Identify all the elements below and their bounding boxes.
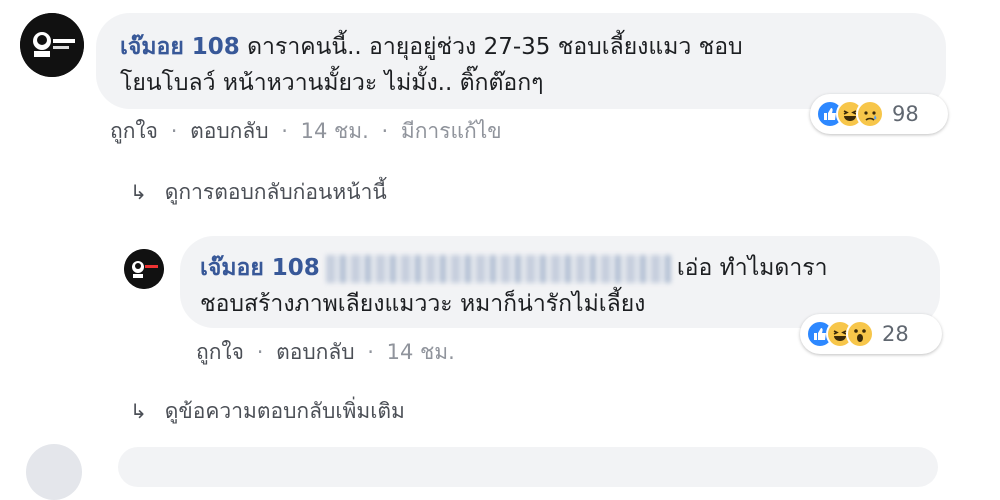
comment-actions: ถูกใจ · ตอบกลับ · 14 ชม. · มีการแก้ไข (110, 116, 502, 146)
reply-reactions[interactable]: 28 (800, 314, 942, 354)
reply-reply-link[interactable]: ตอบกลับ (276, 340, 355, 364)
view-more-replies-label: ดูข้อความตอบกลับเพิ่มเติม (164, 398, 405, 423)
separator: · (281, 119, 288, 143)
next-comment-bubble (118, 447, 938, 487)
comment-reply-link[interactable]: ตอบกลับ (190, 119, 269, 143)
view-more-replies-link[interactable]: ↳ ดูข้อความตอบกลับเพิ่มเติม (130, 394, 405, 428)
wow-icon (846, 320, 874, 348)
separator: · (381, 119, 389, 143)
comment-line-1: เจ๊มอย 108 ดาราคนนี้.. อายุอยู่ช่วง 27-3… (120, 29, 922, 65)
separator: · (170, 119, 178, 143)
separator: · (256, 340, 264, 364)
reply-line-1: เจ๊มอย 108 เอ่อ ทำไมดารา (200, 250, 920, 286)
commenter-avatar[interactable] (20, 13, 84, 77)
reply-actions: ถูกใจ · ตอบกลับ · 14 ชม. (196, 337, 455, 367)
comment-reactions[interactable]: 98 (810, 94, 948, 134)
sad-icon (856, 100, 884, 128)
comment-text-line-2: โยนโบลว์ หน้าหวานมั้ยวะ ไม่มั้ง.. ติ๊กต๊… (120, 70, 544, 96)
comment-reaction-count: 98 (892, 102, 919, 126)
comment-edited-label[interactable]: มีการแก้ไข (401, 119, 502, 143)
next-comment-avatar (26, 444, 82, 500)
reply-arrow-icon: ↳ (130, 399, 147, 423)
redacted-mention (325, 254, 671, 283)
avatar-logo-icon (20, 13, 84, 77)
comment-text-line-1: ดาราคนนี้.. อายุอยู่ช่วง 27-35 ชอบเลี้ยง… (239, 34, 743, 60)
reply-like-link[interactable]: ถูกใจ (196, 340, 244, 364)
avatar-logo-icon (124, 249, 164, 289)
view-previous-replies-link[interactable]: ↳ ดูการตอบกลับก่อนหน้านี้ (130, 175, 387, 209)
comment-like-link[interactable]: ถูกใจ (110, 119, 158, 143)
comment-timestamp[interactable]: 14 ชม. (301, 119, 369, 143)
comment-author[interactable]: เจ๊มอย 108 (120, 34, 240, 60)
comment-bubble: เจ๊มอย 108 ดาราคนนี้.. อายุอยู่ช่วง 27-3… (96, 13, 946, 109)
reply-author[interactable]: เจ๊มอย 108 (200, 255, 320, 281)
reply-reaction-count: 28 (882, 322, 909, 346)
reply-avatar[interactable] (124, 249, 164, 289)
view-previous-replies-label: ดูการตอบกลับก่อนหน้านี้ (164, 179, 387, 204)
separator: · (367, 340, 374, 364)
reply-timestamp[interactable]: 14 ชม. (387, 340, 455, 364)
reply-arrow-icon: ↳ (130, 180, 147, 204)
reply-text-line-1: เอ่อ ทำไมดารา (676, 255, 828, 281)
